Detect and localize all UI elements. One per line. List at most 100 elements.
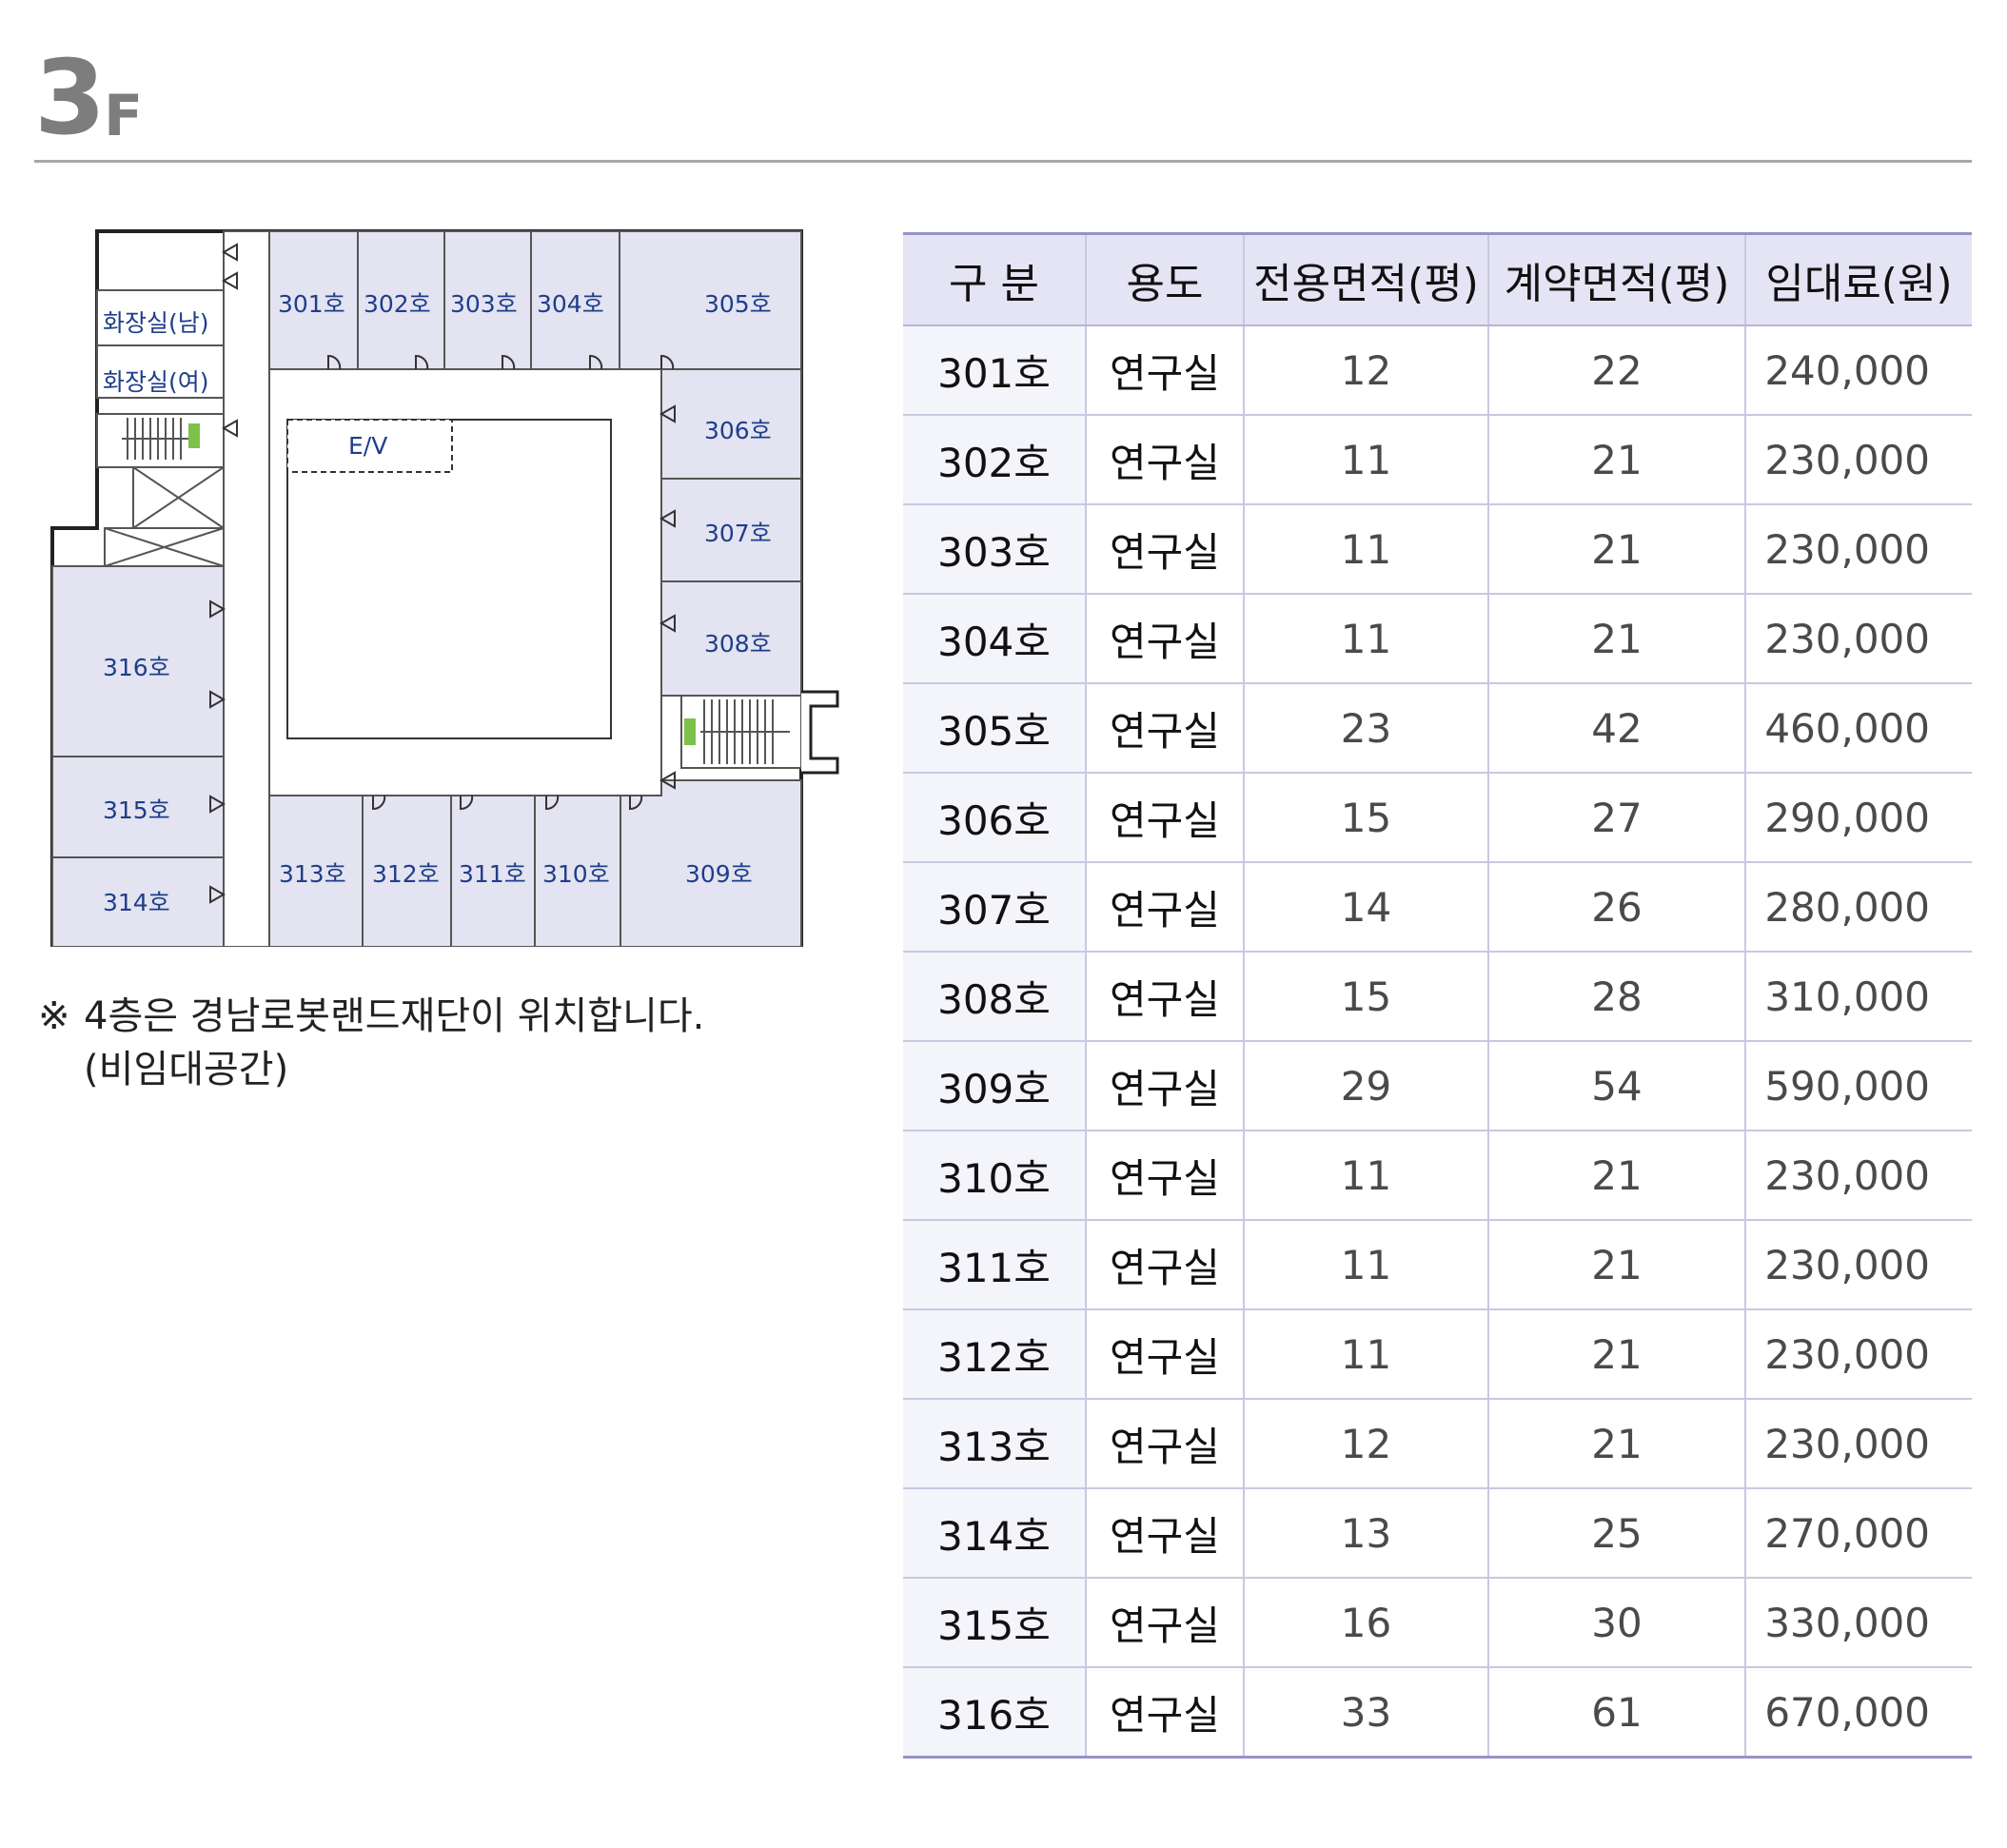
floor-suffix: F bbox=[104, 83, 144, 149]
cell-rent: 230,000 bbox=[1744, 594, 1972, 684]
room-label-308: 308호 bbox=[704, 630, 772, 658]
note-mark: ※ bbox=[38, 994, 70, 1038]
room-label-312: 312호 bbox=[372, 860, 440, 888]
cell-rent: 230,000 bbox=[1744, 1309, 1972, 1400]
cell-contract-area: 22 bbox=[1487, 325, 1745, 416]
cell-use: 연구실 bbox=[1085, 683, 1244, 774]
header-rent: 임대료(원) bbox=[1744, 232, 1972, 326]
cell-exclusive-area: 29 bbox=[1243, 1041, 1488, 1131]
cell-exclusive-area: 11 bbox=[1243, 594, 1488, 684]
corridor-west bbox=[223, 230, 270, 947]
table-row: 302호 연구실 11 21 230,000 bbox=[903, 415, 1972, 505]
room-label-314: 314호 bbox=[103, 889, 170, 916]
cell-rent: 290,000 bbox=[1744, 773, 1972, 863]
cell-exclusive-area: 11 bbox=[1243, 1220, 1488, 1310]
cell-exclusive-area: 12 bbox=[1243, 325, 1488, 416]
table-row: 303호 연구실 11 21 230,000 bbox=[903, 504, 1972, 595]
table-row: 305호 연구실 23 42 460,000 bbox=[903, 683, 1972, 774]
cell-exclusive-area: 11 bbox=[1243, 1309, 1488, 1400]
cell-unit: 304호 bbox=[903, 594, 1086, 684]
room-label-301: 301호 bbox=[278, 290, 345, 318]
cell-contract-area: 54 bbox=[1487, 1041, 1745, 1131]
cell-use: 연구실 bbox=[1085, 1130, 1244, 1221]
cell-contract-area: 28 bbox=[1487, 952, 1745, 1042]
cell-rent: 230,000 bbox=[1744, 1399, 1972, 1489]
cell-unit: 309호 bbox=[903, 1041, 1086, 1131]
cell-unit: 303호 bbox=[903, 504, 1086, 595]
cell-use: 연구실 bbox=[1085, 594, 1244, 684]
cell-rent: 460,000 bbox=[1744, 683, 1972, 774]
cell-rent: 330,000 bbox=[1744, 1578, 1972, 1668]
cell-exclusive-area: 13 bbox=[1243, 1488, 1488, 1579]
cell-unit: 311호 bbox=[903, 1220, 1086, 1310]
cell-unit: 313호 bbox=[903, 1399, 1086, 1489]
cell-exclusive-area: 15 bbox=[1243, 773, 1488, 863]
cell-rent: 270,000 bbox=[1744, 1488, 1972, 1579]
cell-rent: 230,000 bbox=[1744, 504, 1972, 595]
cell-exclusive-area: 23 bbox=[1243, 683, 1488, 774]
cell-rent: 310,000 bbox=[1744, 952, 1972, 1042]
cell-exclusive-area: 15 bbox=[1243, 952, 1488, 1042]
cell-unit: 315호 bbox=[903, 1578, 1086, 1668]
header-contract-area: 계약면적(평) bbox=[1487, 232, 1745, 326]
cell-exclusive-area: 16 bbox=[1243, 1578, 1488, 1668]
room-label-311: 311호 bbox=[459, 860, 526, 888]
cell-use: 연구실 bbox=[1085, 952, 1244, 1042]
cell-exclusive-area: 14 bbox=[1243, 862, 1488, 953]
cell-use: 연구실 bbox=[1085, 862, 1244, 953]
restroom-male-label: 화장실(남) bbox=[103, 309, 209, 337]
cell-contract-area: 21 bbox=[1487, 1130, 1745, 1221]
floor-plan: 301호 302호 303호 304호 305호 306호 307호 308호 … bbox=[38, 205, 847, 947]
cell-unit: 305호 bbox=[903, 683, 1086, 774]
cell-exclusive-area: 33 bbox=[1243, 1667, 1488, 1759]
cell-use: 연구실 bbox=[1085, 1667, 1244, 1759]
cell-contract-area: 21 bbox=[1487, 415, 1745, 505]
table-row: 308호 연구실 15 28 310,000 bbox=[903, 952, 1972, 1042]
cell-rent: 240,000 bbox=[1744, 325, 1972, 416]
floor-note: ※ 4층은 경남로봇랜드재단이 위치합니다. (비임대공간) bbox=[38, 990, 704, 1096]
cell-unit: 308호 bbox=[903, 952, 1086, 1042]
table-row: 301호 연구실 12 22 240,000 bbox=[903, 325, 1972, 416]
cell-exclusive-area: 11 bbox=[1243, 1130, 1488, 1221]
table-row: 313호 연구실 12 21 230,000 bbox=[903, 1399, 1972, 1489]
header-exclusive-area: 전용면적(평) bbox=[1243, 232, 1488, 326]
cell-unit: 312호 bbox=[903, 1309, 1086, 1400]
cell-contract-area: 42 bbox=[1487, 683, 1745, 774]
table-row: 314호 연구실 13 25 270,000 bbox=[903, 1488, 1972, 1579]
cell-unit: 316호 bbox=[903, 1667, 1086, 1759]
header-unit: 구 분 bbox=[903, 232, 1086, 326]
table-row: 311호 연구실 11 21 230,000 bbox=[903, 1220, 1972, 1310]
cell-rent: 230,000 bbox=[1744, 1130, 1972, 1221]
table-row: 306호 연구실 15 27 290,000 bbox=[903, 773, 1972, 863]
cell-rent: 280,000 bbox=[1744, 862, 1972, 953]
table-row: 315호 연구실 16 30 330,000 bbox=[903, 1578, 1972, 1668]
note-line-2: (비임대공간) bbox=[84, 1048, 289, 1091]
table-row: 307호 연구실 14 26 280,000 bbox=[903, 862, 1972, 953]
cell-rent: 670,000 bbox=[1744, 1667, 1972, 1759]
table-row: 309호 연구실 29 54 590,000 bbox=[903, 1041, 1972, 1131]
floor-number: 3 bbox=[34, 39, 106, 158]
cell-contract-area: 21 bbox=[1487, 1399, 1745, 1489]
cell-rent: 230,000 bbox=[1744, 415, 1972, 505]
cell-use: 연구실 bbox=[1085, 1220, 1244, 1310]
cell-use: 연구실 bbox=[1085, 1399, 1244, 1489]
room-label-309: 309호 bbox=[685, 860, 753, 888]
cell-use: 연구실 bbox=[1085, 1041, 1244, 1131]
cell-contract-area: 21 bbox=[1487, 1220, 1745, 1310]
room-label-316: 316호 bbox=[103, 654, 170, 681]
stair-west bbox=[96, 413, 225, 468]
restroom-female-label: 화장실(여) bbox=[103, 368, 209, 396]
cell-use: 연구실 bbox=[1085, 1488, 1244, 1579]
cell-unit: 301호 bbox=[903, 325, 1086, 416]
cell-use: 연구실 bbox=[1085, 415, 1244, 505]
room-label-305: 305호 bbox=[704, 290, 772, 318]
cell-rent: 590,000 bbox=[1744, 1041, 1972, 1131]
room-label-306: 306호 bbox=[704, 417, 772, 444]
exit-sign-west bbox=[188, 423, 200, 448]
cell-use: 연구실 bbox=[1085, 325, 1244, 416]
cell-contract-area: 27 bbox=[1487, 773, 1745, 863]
table-header-row: 구 분 용도 전용면적(평) 계약면적(평) 임대료(원) bbox=[903, 232, 1972, 326]
cell-contract-area: 30 bbox=[1487, 1578, 1745, 1668]
cell-use: 연구실 bbox=[1085, 773, 1244, 863]
elevator-label: E/V bbox=[348, 432, 387, 460]
